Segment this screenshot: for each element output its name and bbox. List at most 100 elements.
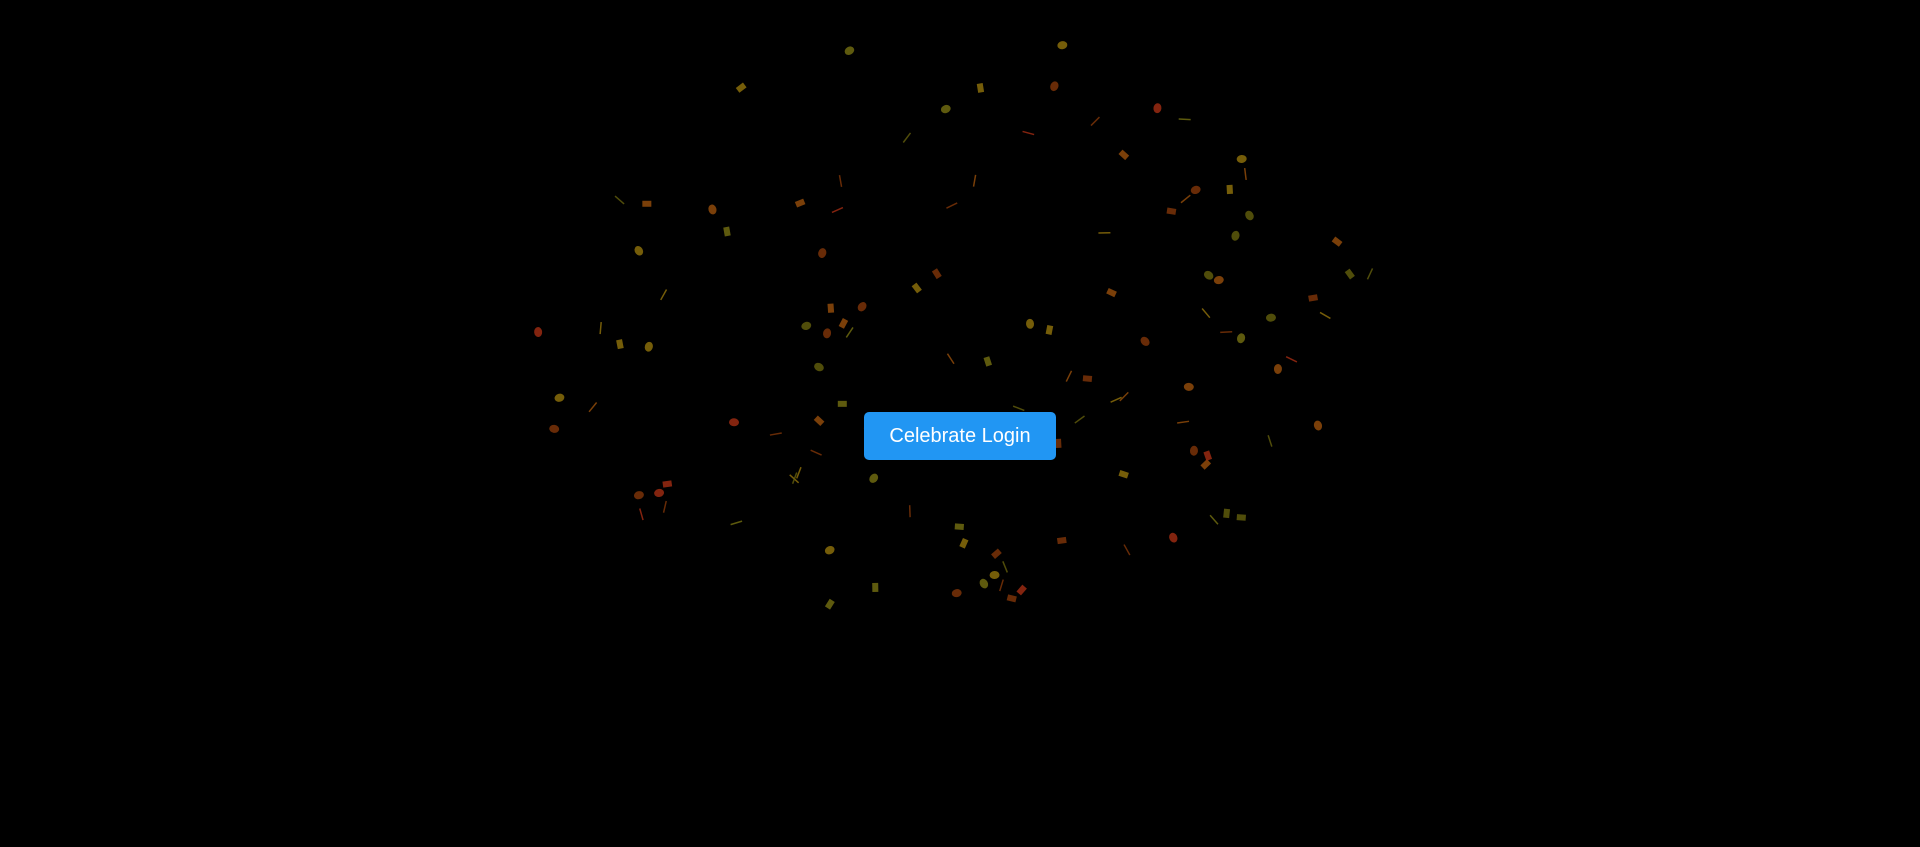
confetti-piece (1200, 459, 1212, 470)
confetti-piece (1012, 405, 1025, 412)
confetti-piece (1267, 435, 1273, 447)
confetti-piece (976, 83, 985, 93)
confetti-piece (644, 341, 653, 352)
confetti-piece (1308, 294, 1319, 302)
confetti-piece (818, 248, 827, 258)
confetti-piece (660, 289, 668, 301)
confetti-piece (837, 400, 847, 407)
celebrate-login-button[interactable]: Celebrate Login (864, 412, 1056, 460)
confetti-piece (662, 500, 667, 513)
confetti-piece (1180, 194, 1191, 204)
confetti-piece (1236, 154, 1247, 163)
confetti-piece (902, 132, 912, 143)
confetti-piece (1183, 382, 1194, 391)
confetti-piece (1106, 287, 1117, 298)
confetti-piece (1201, 308, 1211, 319)
confetti-piece (838, 174, 843, 188)
confetti-piece (1169, 532, 1178, 543)
confetti-piece (1166, 207, 1177, 215)
confetti-piece (1177, 420, 1190, 424)
confetti-piece (954, 523, 965, 530)
confetti-piece (857, 302, 867, 312)
confetti-piece (1050, 81, 1059, 92)
confetti-piece (662, 480, 673, 488)
confetti-piece (872, 582, 879, 593)
confetti-piece (1273, 363, 1282, 374)
confetti-piece (1226, 184, 1233, 195)
confetti-piece (1045, 324, 1054, 335)
confetti-piece (1220, 330, 1233, 334)
confetti-piece (1022, 130, 1035, 136)
confetti-piece (1026, 318, 1035, 329)
confetti-piece (1002, 561, 1009, 573)
confetti-piece (1243, 167, 1247, 181)
confetti-piece (1190, 185, 1201, 195)
confetti-piece (1057, 41, 1068, 50)
confetti-piece (1082, 375, 1093, 382)
confetti-piece (1110, 396, 1122, 403)
confetti-piece (989, 570, 1000, 579)
confetti-piece (1119, 391, 1129, 402)
confetti-piece (1223, 508, 1231, 519)
confetti-piece (1366, 268, 1374, 280)
confetti-piece (844, 46, 855, 55)
confetti-piece (634, 245, 644, 256)
confetti-piece (1189, 445, 1198, 456)
confetti-piece (1118, 149, 1130, 161)
confetti-piece (1313, 420, 1323, 431)
confetti-piece (1209, 514, 1219, 525)
confetti-piece (1236, 514, 1246, 521)
confetti-piece (869, 473, 879, 483)
confetti-piece (769, 432, 782, 436)
confetti-piece (654, 488, 665, 498)
confetti-piece (1203, 270, 1214, 280)
confetti-piece (1090, 116, 1100, 127)
confetti-piece (1123, 544, 1131, 556)
confetti-piece (633, 491, 644, 500)
confetti-piece (599, 322, 602, 335)
confetti-piece (588, 402, 598, 413)
confetti-piece (795, 466, 802, 479)
confetti-piece (794, 198, 806, 208)
confetti-piece (951, 589, 962, 598)
confetti-piece (642, 200, 652, 207)
celebration-screen: Celebrate Login (0, 0, 1920, 847)
confetti-piece (1055, 438, 1062, 449)
confetti-piece (1016, 584, 1027, 596)
confetti-piece (991, 548, 1002, 559)
confetti-piece (813, 415, 825, 427)
confetti-piece (979, 578, 989, 589)
confetti-piece (614, 195, 625, 205)
confetti-piece (1344, 268, 1355, 280)
confetti-piece (616, 339, 624, 350)
confetti-piece (940, 104, 951, 114)
confetti-piece (810, 449, 822, 456)
confetti-piece (911, 282, 922, 294)
confetti-piece (791, 472, 798, 485)
confetti-piece (1245, 210, 1254, 221)
confetti-piece (831, 206, 844, 214)
confetti-piece (946, 353, 955, 365)
confetti-piece (824, 545, 835, 555)
confetti-piece (814, 362, 824, 372)
confetti-piece (1140, 336, 1150, 346)
confetti-piece (789, 474, 800, 484)
confetti-piece (1203, 450, 1213, 461)
confetti-piece (1178, 118, 1191, 121)
confetti-piece (999, 579, 1004, 592)
confetti-piece (554, 393, 565, 402)
confetti-piece (1118, 470, 1129, 479)
confetti-piece (931, 268, 942, 280)
confetti-piece (708, 204, 717, 215)
confetti-piece (549, 424, 560, 433)
confetti-piece (827, 303, 835, 313)
confetti-piece (823, 328, 832, 339)
confetti-piece (983, 356, 993, 367)
confetti-piece (1065, 370, 1073, 382)
confetti-piece (723, 226, 731, 237)
confetti-piece (729, 418, 739, 427)
confetti-piece (1213, 276, 1224, 285)
confetti-piece (972, 174, 977, 187)
confetti-piece (735, 82, 747, 93)
confetti-piece (1331, 236, 1343, 247)
